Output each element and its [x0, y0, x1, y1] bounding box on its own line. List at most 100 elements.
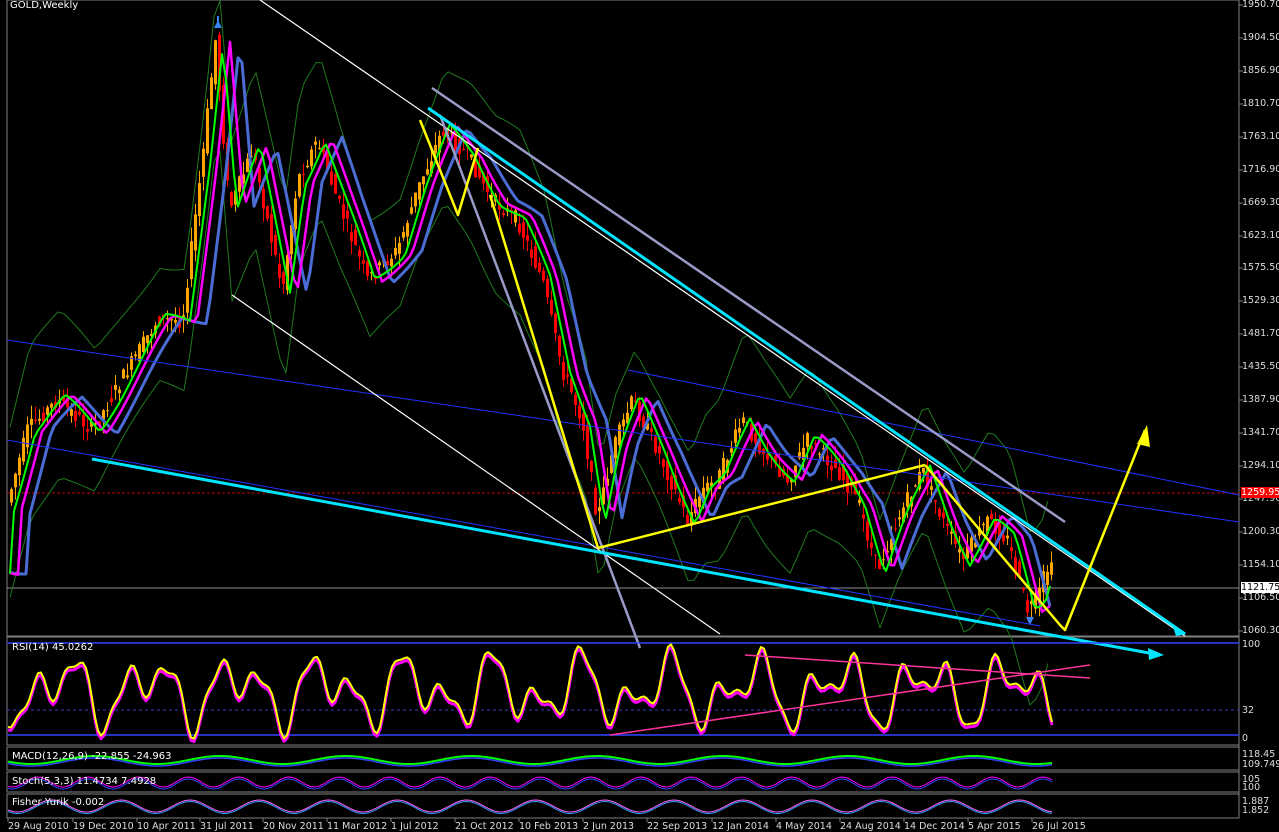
candle-body [274, 235, 277, 255]
candle-body [742, 417, 745, 423]
candle-body [46, 407, 49, 415]
candle-body [946, 524, 949, 526]
bollinger-lower [9, 150, 1049, 706]
price-tick-label: 1154.10 [1242, 559, 1279, 570]
price-tick-label: 1810.70 [1242, 98, 1279, 109]
white-trendline-upper [259, 0, 1186, 637]
candle-body [630, 396, 633, 410]
ema-slow-line [9, 56, 1052, 607]
candle-body [922, 467, 925, 473]
candle-body [14, 473, 17, 488]
candle-body [314, 141, 317, 145]
current-price-tag: 1121.75 [1241, 582, 1279, 593]
candle-body [686, 515, 689, 524]
candle-body [894, 528, 897, 530]
candle-body [1002, 535, 1005, 542]
candle-body [38, 418, 41, 421]
chart-canvas[interactable] [0, 0, 1279, 830]
candle-body [298, 174, 301, 197]
price-tick-label: 1387.90 [1242, 394, 1279, 405]
candle-body [562, 361, 565, 380]
candle-body [866, 521, 869, 541]
candle-body [546, 278, 549, 298]
yellow-arrowhead [1137, 425, 1150, 447]
candle-body [138, 344, 141, 362]
candle-body [74, 411, 77, 421]
rsi-level-label: 32 [1242, 705, 1255, 716]
candle-body [950, 531, 953, 534]
grey-trendline-steep [438, 114, 642, 649]
price-tick-label: 1763.10 [1242, 131, 1279, 142]
candle-body [618, 424, 621, 446]
candle-body [734, 429, 737, 443]
candle-body [174, 319, 177, 323]
price-tick-label: 1481.70 [1242, 328, 1279, 339]
candle-body [146, 335, 149, 343]
cyan-arrowhead-2 [1148, 648, 1164, 660]
candle-body [990, 513, 993, 520]
candle-body [294, 198, 297, 230]
price-tick-label: 1435.50 [1242, 361, 1279, 372]
price-tick-label: 1856.90 [1242, 65, 1279, 76]
candle-body [426, 169, 429, 175]
candle-body [30, 418, 33, 425]
candle-body [838, 467, 841, 480]
candle-body [530, 249, 533, 258]
candle-body [670, 476, 673, 490]
candle-body [518, 223, 521, 233]
candle-body [350, 232, 353, 242]
candle-body [362, 260, 365, 264]
bollinger-upper [9, 0, 1049, 533]
candle-body [206, 108, 209, 154]
stoch-label: Stoch(5,3,3) 11.4734 7.4928 [12, 776, 157, 787]
candle-body [410, 207, 413, 214]
candle-body [402, 231, 405, 238]
candle-body [270, 214, 273, 243]
candle-body [142, 336, 145, 352]
candle-body [870, 542, 873, 548]
candle-body [598, 507, 601, 512]
candle-body [262, 188, 265, 209]
candle-body [378, 262, 381, 266]
candle-body [406, 223, 409, 237]
candle-body [534, 246, 537, 268]
candle-body [306, 165, 309, 168]
chart-title: GOLD,Weekly [10, 0, 79, 11]
candle-body [542, 270, 545, 281]
candle-body [18, 457, 21, 476]
candle-body [874, 554, 877, 556]
yellow-wave-2 [488, 194, 600, 549]
candle-body [554, 313, 557, 334]
candle-body [282, 272, 285, 285]
candle-body [186, 287, 189, 313]
candle-body [1022, 588, 1025, 591]
price-tick-label: 1575.50 [1242, 262, 1279, 273]
price-tick-label: 1904.50 [1242, 32, 1279, 43]
rsi-trendline-down [744, 654, 1091, 679]
price-tick-label: 1669.30 [1242, 197, 1279, 208]
rsi-level-label: 0 [1242, 733, 1249, 744]
candle-body [934, 500, 937, 502]
candle-body [522, 222, 525, 238]
candle-body [214, 40, 217, 85]
candle-body [110, 398, 113, 403]
macd-level-label: 109.749 [1242, 759, 1279, 770]
candle-body [826, 455, 829, 466]
candle-body [34, 419, 37, 422]
candle-body [942, 512, 945, 519]
candle-body [302, 174, 305, 176]
candle-body [78, 411, 81, 415]
candle-body [1018, 561, 1021, 576]
candle-body [582, 413, 585, 431]
price-tick-label: 1106.50 [1242, 592, 1279, 603]
ema-fast-line [9, 52, 1051, 609]
candle-body [346, 210, 349, 219]
macd-label: MACD(12,26,9) -22.855 -24.963 [12, 751, 172, 762]
candle-body [862, 514, 865, 519]
candle-body [818, 453, 821, 455]
cyan-trendline-lower [91, 457, 1161, 657]
candle-body [194, 214, 197, 251]
price-line-tag: 1259.95 [1241, 487, 1279, 498]
candle-body [10, 489, 13, 503]
candle-body [394, 248, 397, 256]
